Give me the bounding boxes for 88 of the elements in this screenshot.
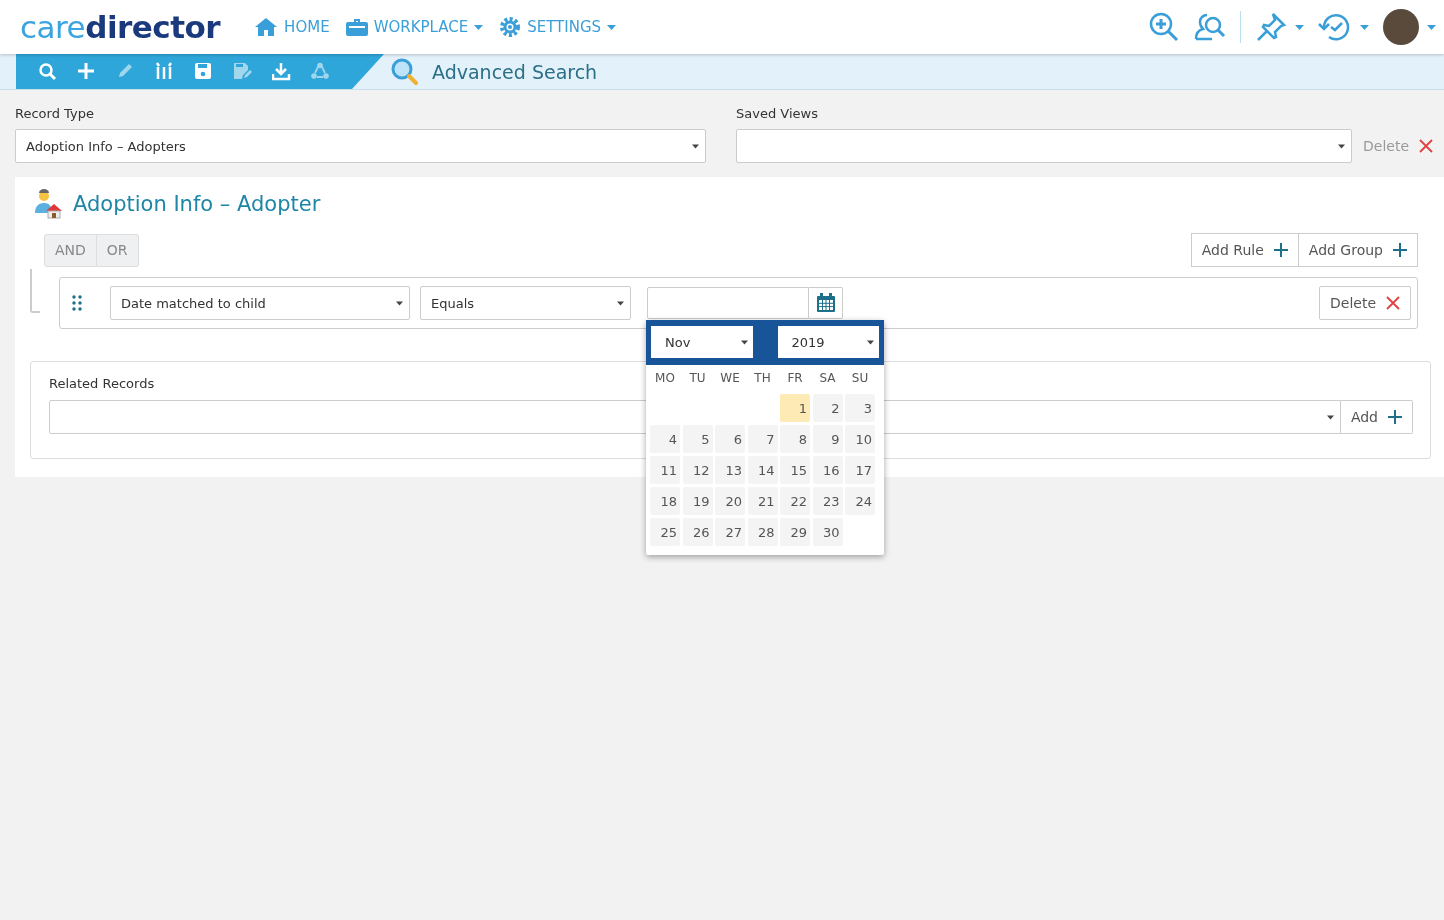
- drag-handle-icon[interactable]: [72, 295, 82, 311]
- caret-icon: [617, 300, 624, 306]
- calendar-day[interactable]: 16: [812, 456, 843, 484]
- calendar-day[interactable]: 7: [747, 425, 778, 453]
- weekday-label: WE: [719, 370, 741, 387]
- calendar-day[interactable]: 8: [780, 425, 810, 453]
- calendar-day[interactable]: 2: [812, 394, 843, 422]
- logo[interactable]: caredirector: [20, 9, 221, 45]
- calendar-day[interactable]: 23: [812, 487, 843, 515]
- record-type-select[interactable]: Adoption Info – Adopters: [15, 129, 706, 163]
- plus-icon: [1273, 243, 1288, 257]
- weekday-label: TH: [753, 370, 772, 387]
- calendar-day[interactable]: 11: [650, 456, 680, 484]
- pushpin-icon[interactable]: [1255, 11, 1287, 43]
- history-icon[interactable]: [1318, 11, 1352, 43]
- house-icon: [254, 17, 279, 37]
- calendar-day[interactable]: 10: [845, 425, 875, 453]
- caret-icon: [1360, 24, 1369, 30]
- magnifier-icon: [390, 57, 420, 86]
- weekday-label: MO: [654, 370, 676, 387]
- calendar-day[interactable]: 17: [845, 456, 875, 484]
- search-icon: [38, 62, 57, 81]
- calendar-button[interactable]: [809, 287, 843, 319]
- calendar-day[interactable]: 25: [650, 518, 680, 546]
- gear-icon: [499, 16, 522, 38]
- caret-icon: [867, 339, 874, 345]
- calendar-day[interactable]: 29: [780, 518, 810, 546]
- calendar-day[interactable]: 5: [682, 425, 713, 453]
- share-icon: [311, 62, 330, 81]
- caret-icon: [396, 300, 403, 306]
- operator-select[interactable]: Equals: [420, 286, 631, 320]
- add-rule-button[interactable]: Add Rule: [1190, 233, 1299, 267]
- add-button[interactable]: Add: [1340, 400, 1413, 434]
- calendar-day[interactable]: 27: [715, 518, 745, 546]
- calendar-day[interactable]: 24: [845, 487, 875, 515]
- calendar-day[interactable]: 26: [682, 518, 713, 546]
- close-icon: [1419, 139, 1433, 153]
- weekday-label: SU: [850, 370, 870, 387]
- floppy-pencil-icon: [233, 62, 252, 81]
- calendar-day[interactable]: 3: [845, 394, 875, 422]
- calendar-day[interactable]: 22: [780, 487, 810, 515]
- month-select[interactable]: Nov: [651, 326, 753, 358]
- weekday-label: TU: [688, 370, 707, 387]
- caret-icon: [740, 339, 748, 345]
- calendar-day[interactable]: 18: [650, 487, 680, 515]
- calendar-day[interactable]: 28: [747, 518, 778, 546]
- calendar-day[interactable]: 30: [812, 518, 843, 546]
- calendar-day[interactable]: 20: [715, 487, 745, 515]
- field-label: Related Records: [49, 376, 155, 391]
- caret-icon: [1338, 143, 1345, 149]
- calendar-day[interactable]: 4: [650, 425, 680, 453]
- calendar-day[interactable]: 1: [780, 394, 810, 422]
- person-house-icon: [33, 189, 63, 219]
- calendar-day[interactable]: 12: [682, 456, 713, 484]
- page-title: Advanced Search: [432, 60, 598, 83]
- download-icon: [272, 62, 291, 81]
- columns-icon: [155, 62, 174, 81]
- calendar-day[interactable]: 15: [780, 456, 810, 484]
- briefcase-icon: [345, 18, 368, 36]
- connector-line: [30, 269, 40, 313]
- weekday-label: SA: [818, 370, 837, 387]
- calendar-icon: [815, 293, 836, 313]
- field-label: Saved Views: [736, 106, 819, 121]
- plus-icon: [1393, 243, 1407, 257]
- calendar-day[interactable]: 9: [812, 425, 843, 453]
- field-select[interactable]: Date matched to child: [110, 286, 410, 320]
- person-search-icon[interactable]: [1194, 11, 1226, 43]
- plus-icon: [77, 62, 96, 81]
- caret-icon: [1326, 414, 1334, 420]
- calendar-day[interactable]: 21: [747, 487, 778, 515]
- add-group-button[interactable]: Add Group: [1298, 233, 1418, 267]
- close-icon: [1386, 296, 1400, 310]
- avatar[interactable]: [1383, 9, 1419, 45]
- caret-icon: [692, 143, 699, 149]
- caret-icon: [1427, 24, 1436, 30]
- year-select[interactable]: 2019: [777, 326, 879, 358]
- calendar-day[interactable]: 6: [715, 425, 745, 453]
- date-input-field[interactable]: [647, 287, 809, 319]
- delete-button[interactable]: Delete: [1319, 286, 1411, 320]
- weekday-label: FR: [786, 370, 804, 387]
- section-title: Adoption Info – Adopter: [73, 192, 321, 216]
- calendar-day[interactable]: 13: [715, 456, 745, 484]
- calendar-day[interactable]: 19: [682, 487, 713, 515]
- zoom-in-icon[interactable]: [1148, 11, 1180, 43]
- field-label: Record Type: [15, 106, 95, 121]
- plus-icon: [1388, 410, 1402, 424]
- caret-icon: [1295, 24, 1304, 30]
- calendar-day[interactable]: 14: [747, 456, 778, 484]
